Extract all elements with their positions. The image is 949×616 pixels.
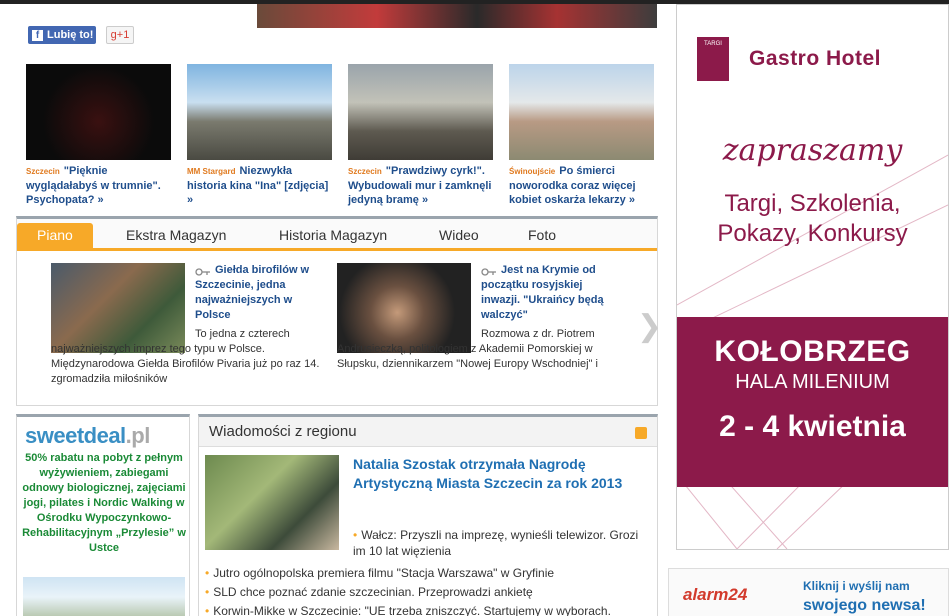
gastro-hotel-ad[interactable]: TARGI Gastro Hotel zapraszamy Targi, Szk… [676, 4, 949, 550]
alarm24-logo: alarm24 [683, 585, 748, 604]
alarm24-line1: Kliknij i wyślij nam [803, 579, 910, 593]
thumbnail-tag: Szczecin [26, 167, 60, 176]
feature-desc: To jedna z czterech najważniejszych impr… [51, 328, 320, 385]
thumbnail-caption[interactable]: Szczecin "Pięknie wyglądałabyś w trumnie"… [26, 164, 171, 207]
ad-venue: HALA MILENIUM [735, 371, 890, 393]
news-headline[interactable]: Natalia Szostak otrzymała Nagrodę Artyst… [353, 455, 643, 493]
thumbnail-caption[interactable]: Szczecin "Prawdziwy cyrk!". Wybudowali mu… [348, 164, 493, 207]
ad-tagline: zapraszamy [722, 133, 903, 168]
next-arrow-icon[interactable]: ❯ [637, 309, 662, 344]
news-header: Wiadomości z regionu [199, 417, 657, 447]
thumbnail-image[interactable] [348, 64, 493, 160]
gastro-hotel-logo: TARGI [697, 37, 729, 81]
ad-city: KOŁOBRZEG [714, 335, 911, 368]
sweetdeal-offer[interactable]: 50% rabatu na pobyt z pełnym wyżywieniem… [21, 451, 187, 556]
tab-piano[interactable]: Piano [17, 223, 93, 248]
list-item[interactable]: • SLD chce poznać zdanie szczecinian. Prz… [205, 583, 655, 602]
thumbnail-image[interactable] [26, 64, 171, 160]
sweetdeal-logo[interactable]: sweetdeal.pl [25, 423, 150, 449]
feature-title[interactable]: Jest na Krymie od początku rosyjskiej in… [481, 263, 611, 323]
news-subitem-text: Wałcz: Przyszli na imprezę, wynieśli tel… [353, 528, 639, 558]
google-plus-button[interactable]: g+1 [106, 26, 134, 44]
key-icon [195, 266, 211, 276]
thumbnail-caption[interactable]: Świnoujście Po śmierci noworodka coraz wi… [509, 164, 654, 207]
thumbnail-row: Szczecin "Pięknie wyglądałabyś w trumnie"… [26, 64, 656, 214]
feature-title-text: Giełda birofilów w Szczecinie, jedna naj… [195, 264, 310, 321]
key-icon [481, 266, 497, 276]
tab-ekstra-magazyn[interactable]: Ekstra Magazyn [126, 223, 226, 248]
facebook-like-button[interactable]: f Lubię to! [28, 26, 96, 44]
ad-events: Targi, Szkolenia, Pokazy, Konkursy [677, 189, 948, 249]
magazine-tabs-panel: Piano Ekstra Magazyn Historia Magazyn Wi… [16, 216, 662, 406]
thumbnail-caption[interactable]: MM Stargard Niezwykła historia kina "Ina"… [187, 164, 332, 207]
feature-desc: Rozmowa z dr. Piotrem Andrusieczką, poli… [337, 328, 598, 370]
thumbnail-image[interactable] [187, 64, 332, 160]
tab-historia-magazyn[interactable]: Historia Magazyn [279, 223, 387, 248]
thumbnail-card[interactable]: MM Stargard Niezwykła historia kina "Ina"… [187, 64, 332, 207]
thumbnail-tag: Szczecin [348, 167, 382, 176]
news-photo[interactable] [205, 455, 339, 550]
regional-news-box: Wiadomości z regionu Natalia Szostak otr… [198, 414, 658, 616]
bullet-icon: • [353, 528, 358, 542]
tab-foto[interactable]: Foto [528, 223, 556, 248]
thumbnail-image[interactable] [509, 64, 654, 160]
list-item-text: Jutro ogólnopolska premiera filmu "Stacj… [213, 566, 555, 580]
thumbnail-tag: MM Stargard [187, 167, 236, 176]
news-subitem[interactable]: • Wałcz: Przyszli na imprezę, wynieśli te… [353, 527, 643, 559]
tab-bar: Piano Ekstra Magazyn Historia Magazyn Wi… [17, 219, 657, 251]
ad-location-band: KOŁOBRZEG HALA MILENIUM 2 - 4 kwietnia [677, 317, 948, 487]
alarm24-banner[interactable]: alarm24 Kliknij i wyślij nam swojego new… [668, 568, 949, 616]
list-item-text: Korwin-Mikke w Szczecinie: "UE trzeba zn… [213, 604, 611, 616]
feature-title[interactable]: Giełda birofilów w Szczecinie, jedna naj… [195, 263, 325, 323]
bullet-icon: • [205, 604, 210, 616]
ad-dates: 2 - 4 kwietnia [719, 410, 906, 443]
list-item-text: SLD chce poznać zdanie szczecinian. Prze… [213, 585, 533, 599]
thumbnail-card[interactable]: Szczecin "Pięknie wyglądałabyś w trumnie"… [26, 64, 171, 207]
page: f Lubię to! g+1 Szczecin "Pięknie wygląda… [0, 0, 949, 616]
sweetdeal-logo-suffix: .pl [125, 423, 151, 448]
ad-events-line1: Targi, Szkolenia, [724, 190, 901, 217]
ad-events-line2: Pokazy, Konkursy [717, 220, 908, 247]
hero-image-strip[interactable] [257, 4, 657, 28]
rss-icon[interactable] [635, 427, 647, 439]
bullet-icon: • [205, 566, 210, 580]
feature-title-text: Jest na Krymie od początku rosyjskiej in… [481, 264, 604, 321]
ad-brand: Gastro Hotel [749, 47, 882, 70]
alarm24-line2: swojego newsa! [803, 597, 926, 614]
sweetdeal-box[interactable]: sweetdeal.pl 50% rabatu na pobyt z pełny… [16, 414, 190, 616]
list-item[interactable]: • Korwin-Mikke w Szczecinie: "UE trzeba z… [205, 602, 655, 616]
sweetdeal-logo-main: sweetdeal [25, 423, 126, 448]
news-header-title: Wiadomości z regionu [209, 423, 357, 440]
tab-wideo[interactable]: Wideo [439, 223, 479, 248]
thumbnail-card[interactable]: Świnoujście Po śmierci noworodka coraz wi… [509, 64, 654, 207]
list-item[interactable]: • Jutro ogólnopolska premiera filmu "Stac… [205, 564, 655, 583]
like-label: Lubię to! [47, 29, 94, 41]
news-list: • Jutro ogólnopolska premiera filmu "Stac… [205, 564, 655, 616]
thumbnail-card[interactable]: Szczecin "Prawdziwy cyrk!". Wybudowali mu… [348, 64, 493, 207]
sweetdeal-image[interactable] [23, 577, 185, 616]
facebook-icon: f [32, 29, 43, 41]
bullet-icon: • [205, 585, 210, 599]
thumbnail-tag: Świnoujście [509, 167, 556, 176]
